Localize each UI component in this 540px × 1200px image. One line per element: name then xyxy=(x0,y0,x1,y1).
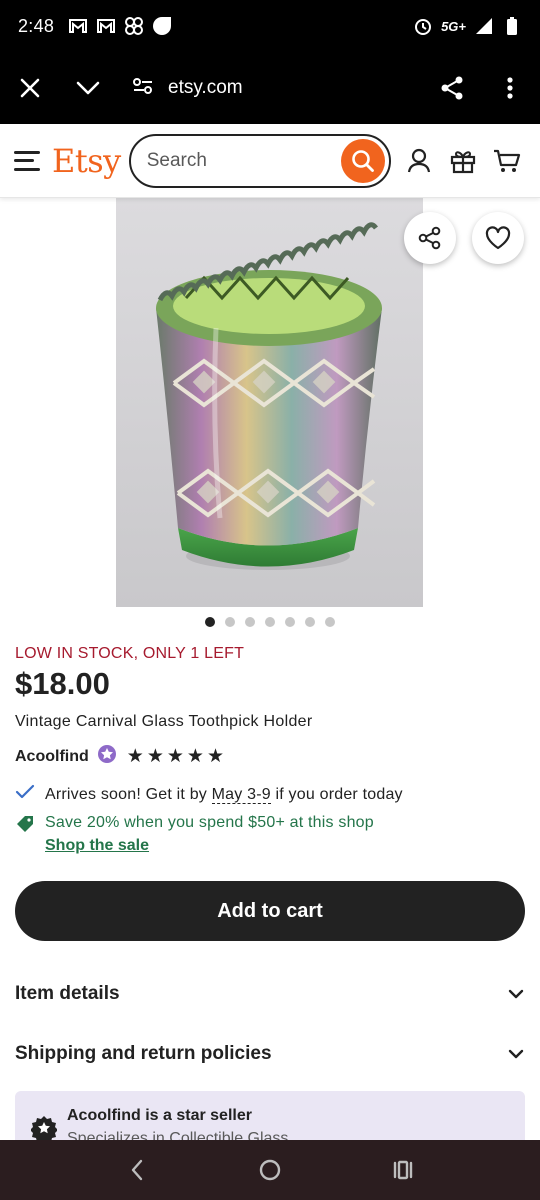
chevron-down-icon xyxy=(507,985,525,1003)
account-button[interactable] xyxy=(405,147,433,175)
battery-icon xyxy=(502,16,522,36)
shipping-estimate: Arrives soon! Get it by May 3-9 if you o… xyxy=(15,783,403,806)
browser-toolbar: etsy.com xyxy=(0,52,540,124)
minimize-button[interactable] xyxy=(74,74,102,102)
etsy-logo[interactable]: Etsy xyxy=(52,142,121,180)
gallery-dot[interactable] xyxy=(245,617,255,627)
more-options-button[interactable] xyxy=(496,74,524,102)
gift-icon xyxy=(450,150,475,173)
star-seller-badge-icon xyxy=(97,744,117,769)
close-tab-button[interactable] xyxy=(16,74,44,102)
status-time: 2:48 xyxy=(18,15,55,36)
recents-icon xyxy=(394,1160,413,1180)
chevron-down-icon xyxy=(76,81,100,95)
url-bar[interactable]: etsy.com xyxy=(132,76,243,101)
search-input[interactable] xyxy=(146,149,341,172)
star-icon: ★ xyxy=(166,746,184,767)
notification-dot-icon xyxy=(152,16,172,36)
image-gallery xyxy=(0,198,540,636)
price: $18.00 xyxy=(15,666,110,701)
stock-notice: LOW IN STOCK, ONLY 1 LEFT xyxy=(15,645,245,662)
shipping-policies-label: Shipping and return policies xyxy=(15,1043,272,1064)
heart-icon xyxy=(485,226,511,250)
etsy-header: Etsy xyxy=(0,124,540,198)
star-icon: ★ xyxy=(186,746,204,767)
notification-icons xyxy=(68,16,172,36)
gmail-icon xyxy=(96,16,116,36)
seller-row: Acoolfind ★ ★ ★ ★ ★ xyxy=(15,744,224,769)
recents-button[interactable] xyxy=(388,1155,418,1185)
menu-icon[interactable] xyxy=(14,150,40,171)
search-icon xyxy=(351,149,374,172)
promo-row: Save 20% when you spend $50+ at this sho… xyxy=(15,814,374,839)
star-icon: ★ xyxy=(146,746,164,767)
add-to-cart-button[interactable]: Add to cart xyxy=(15,881,525,941)
star-seller-title: Acoolfind is a star seller xyxy=(67,1107,252,1124)
gallery-dot[interactable] xyxy=(225,617,235,627)
back-button[interactable] xyxy=(122,1155,152,1185)
shop-the-sale-link[interactable]: Shop the sale xyxy=(45,837,149,855)
pinwheel-icon xyxy=(124,16,144,36)
product-title: Vintage Carnival Glass Toothpick Holder xyxy=(15,713,313,730)
product-image[interactable] xyxy=(116,198,423,607)
shipping-policies-toggle[interactable]: Shipping and return policies xyxy=(15,1041,525,1067)
gallery-dot[interactable] xyxy=(325,617,335,627)
home-icon xyxy=(259,1159,281,1181)
search-bar[interactable] xyxy=(128,133,391,188)
url-text: etsy.com xyxy=(168,77,243,98)
gifts-button[interactable] xyxy=(449,147,477,175)
site-settings-icon[interactable] xyxy=(132,76,154,101)
network-type: 5G+ xyxy=(441,18,466,34)
back-icon xyxy=(131,1159,142,1181)
share-icon xyxy=(441,76,463,100)
gallery-dot[interactable] xyxy=(265,617,275,627)
promo-text: Save 20% when you spend $50+ at this sho… xyxy=(45,814,374,831)
gallery-pagination xyxy=(0,617,540,627)
gallery-dot[interactable] xyxy=(305,617,315,627)
chevron-down-icon xyxy=(507,1045,525,1063)
user-icon xyxy=(407,148,430,172)
status-bar: 2:48 5G+ xyxy=(0,0,540,52)
more-vertical-icon xyxy=(507,77,513,99)
close-icon xyxy=(20,78,40,98)
search-button[interactable] xyxy=(340,138,385,183)
cart-button[interactable] xyxy=(493,147,521,175)
star-seller-badge-icon xyxy=(30,1115,58,1144)
delivery-dates-link[interactable]: May 3-9 xyxy=(211,785,271,804)
checkmark-icon xyxy=(15,783,35,806)
shipping-prefix: Arrives soon! Get it by xyxy=(45,785,207,803)
rating-stars: ★ ★ ★ ★ ★ xyxy=(127,747,224,766)
system-icons: 5G+ xyxy=(413,16,522,36)
star-icon: ★ xyxy=(206,746,224,767)
share-listing-button[interactable] xyxy=(404,212,456,264)
cart-icon xyxy=(493,149,520,172)
gallery-dot[interactable] xyxy=(205,617,215,627)
share-icon xyxy=(418,226,441,250)
seller-name-link[interactable]: Acoolfind xyxy=(15,748,89,766)
system-navigation-bar xyxy=(0,1140,540,1200)
gmail-icon xyxy=(68,16,88,36)
signal-icon xyxy=(474,16,494,36)
star-icon: ★ xyxy=(126,746,144,767)
item-details-label: Item details xyxy=(15,983,120,1004)
favorite-button[interactable] xyxy=(472,212,524,264)
gallery-dot[interactable] xyxy=(285,617,295,627)
home-button[interactable] xyxy=(255,1155,285,1185)
tag-icon xyxy=(15,814,35,839)
share-page-button[interactable] xyxy=(438,74,466,102)
shipping-suffix: if you order today xyxy=(275,785,403,803)
alarm-icon xyxy=(413,16,433,36)
item-details-toggle[interactable]: Item details xyxy=(15,981,525,1007)
